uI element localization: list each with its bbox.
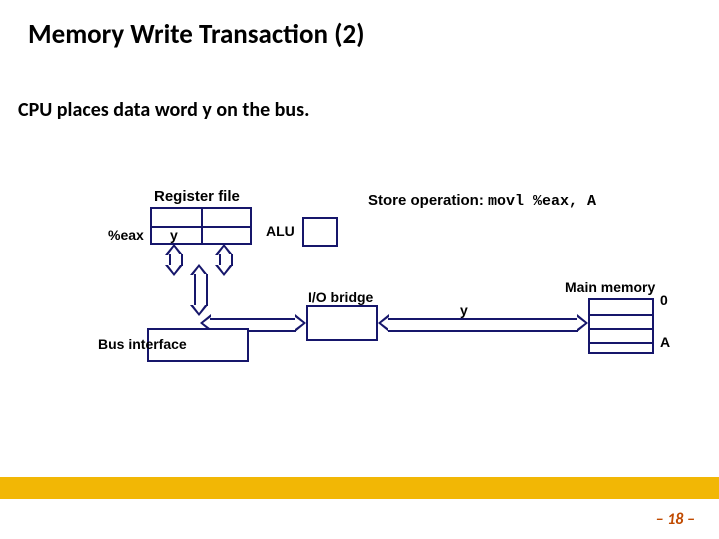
mem-row-1	[590, 314, 652, 316]
page-number: – 18 –	[656, 510, 695, 529]
reg-to-bus-arrow-2	[215, 244, 233, 276]
eax-value: y	[170, 227, 178, 243]
io-bridge-label: I/O bridge	[308, 289, 373, 305]
regfile-hdiv	[152, 226, 250, 228]
store-operation-label: Store operation: movl %eax, A	[368, 192, 596, 210]
store-operation-code: movl %eax, A	[488, 193, 596, 210]
bus-interface-label: Bus interface	[98, 336, 187, 352]
iobridge-to-mem-arrow	[378, 314, 588, 332]
slide-title: Memory Write Transaction (2)	[28, 18, 365, 51]
mem-row-2	[590, 328, 652, 330]
mem-addr-0: 0	[660, 292, 668, 308]
io-bridge-box	[306, 305, 378, 341]
main-memory-box	[588, 298, 654, 354]
reg-to-bus-arrow-1	[165, 244, 183, 276]
mem-addr-a: A	[660, 334, 670, 350]
regbus-to-busiface-arrow	[190, 264, 208, 316]
alu-label: ALU	[266, 223, 295, 239]
alu-box	[302, 217, 338, 247]
main-memory-label: Main memory	[565, 279, 655, 295]
footer-bar	[0, 477, 719, 499]
mem-row-3	[590, 342, 652, 344]
register-file-box	[150, 207, 252, 245]
store-operation-prefix: Store operation:	[368, 192, 484, 209]
bus-value-y: y	[460, 302, 468, 318]
register-file-label: Register file	[154, 188, 240, 205]
eax-label: %eax	[108, 227, 144, 243]
slide-subtitle: CPU places data word y on the bus.	[18, 98, 309, 122]
